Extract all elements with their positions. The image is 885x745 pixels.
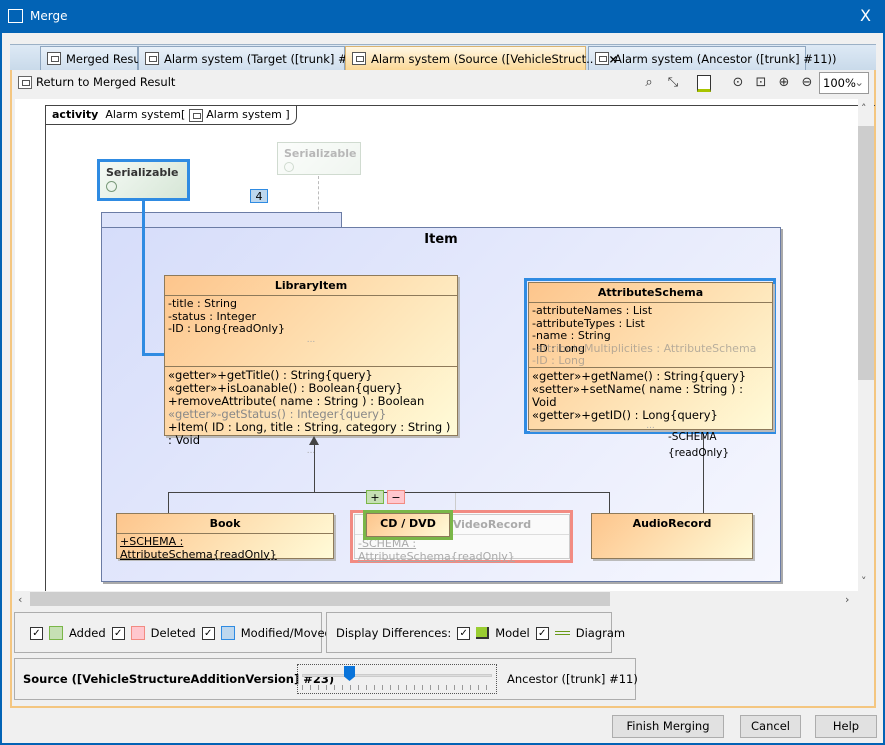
merge-tree-icon xyxy=(18,75,32,89)
generalization-line xyxy=(168,492,169,514)
diagram-icon xyxy=(188,108,203,122)
serializable-interface[interactable]: Serializable xyxy=(97,159,190,201)
zoom-actual-icon[interactable]: ⊙ xyxy=(729,75,747,93)
modified-label: Modified/Moved xyxy=(240,626,332,640)
display-differences-label: Display Differences: xyxy=(336,626,452,640)
diagram-frame-header: activity Alarm system[ Alarm system ] xyxy=(45,105,297,125)
find-icon[interactable]: ⌕ xyxy=(640,75,658,93)
zoom-fit-icon[interactable]: ⊡ xyxy=(752,75,770,93)
modified-badge[interactable]: 4 xyxy=(250,189,268,203)
help-button[interactable]: Help xyxy=(815,715,877,738)
added-label: Added xyxy=(69,626,106,640)
diagram-line-icon xyxy=(554,631,570,635)
added-swatch xyxy=(49,626,63,640)
model-label: Model xyxy=(495,626,530,640)
zoom-in-icon[interactable]: ⊕ xyxy=(775,75,793,93)
class-cd-dvd[interactable]: CD / DVD xyxy=(366,513,450,537)
realization-line-selected xyxy=(142,353,166,356)
vertical-scroll-thumb[interactable] xyxy=(858,126,874,380)
association-role: -SCHEMA xyxy=(668,431,717,443)
legend-row: ✓ Added ✓ Deleted ✓ Modified/Moved xyxy=(30,626,332,640)
association-constraint: {readOnly} xyxy=(668,447,730,459)
deleted-attribute: -ID : Long xyxy=(532,354,586,367)
package-tab xyxy=(101,212,342,228)
class-library-item[interactable]: LibraryItem -title : String -status : In… xyxy=(164,275,458,456)
source-version-label: Source ([VehicleStructureAdditionVersion… xyxy=(23,672,335,686)
class-name: Book xyxy=(117,514,333,534)
operation: «setter»+setName( name : String ) : Void xyxy=(532,382,744,409)
display-differences-row: Display Differences: ✓ Model ✓ Diagram xyxy=(336,626,625,640)
tab-target[interactable]: Alarm system (Target ([trunk] #24)) xyxy=(138,46,371,70)
added-badge[interactable]: + xyxy=(366,490,384,504)
realization-line-selected[interactable] xyxy=(142,199,145,356)
attribute: -attributeNames : List xyxy=(532,304,653,317)
diagram-label: Diagram xyxy=(575,626,626,640)
generalization-line xyxy=(314,445,315,492)
interface-icon xyxy=(284,162,294,172)
window-title: Merge xyxy=(30,9,68,23)
ellipsis: ... xyxy=(306,446,316,456)
tab-ancestor[interactable]: Alarm system (Ancestor ([trunk] #11)) xyxy=(588,46,837,70)
attribute: -title : String xyxy=(168,297,238,310)
tab-source[interactable]: Alarm system (Source ([VehicleStruct.. × xyxy=(345,46,618,70)
close-tab-icon[interactable]: × xyxy=(608,52,618,66)
deleted-swatch xyxy=(130,626,145,640)
page-icon[interactable] xyxy=(697,75,711,92)
ghost-generalization-line xyxy=(455,493,456,511)
diagram-icon xyxy=(352,52,366,65)
scroll-right-icon[interactable]: › xyxy=(845,593,849,606)
tab-merged-result[interactable]: Merged Result xyxy=(40,46,148,70)
title-bar: Merge X xyxy=(0,0,885,33)
class-name: AttributeSchema xyxy=(529,283,772,303)
scroll-down-icon[interactable]: ˅ xyxy=(861,575,867,588)
ancestor-version-label: Ancestor ([trunk] #11) xyxy=(507,672,638,686)
scroll-up-icon[interactable]: ˄ xyxy=(861,102,867,115)
package-name: Item xyxy=(424,232,458,247)
cancel-button[interactable]: Cancel xyxy=(740,715,801,738)
chevron-down-icon: ⌄ xyxy=(854,75,864,89)
modified-swatch xyxy=(220,626,235,640)
class-name: AudioRecord xyxy=(632,517,712,530)
zoom-select[interactable]: 100% ⌄ xyxy=(819,72,869,94)
scroll-left-icon[interactable]: ‹ xyxy=(18,593,22,606)
attribute: +SCHEMA : AttributeSchema{readOnly} xyxy=(120,535,277,561)
class-book[interactable]: Book +SCHEMA : AttributeSchema{readOnly} xyxy=(116,513,334,560)
layout-icon[interactable]: ⤡ xyxy=(664,75,682,93)
close-window-button[interactable]: X xyxy=(860,6,871,25)
model-icon xyxy=(476,627,490,639)
class-audio-record[interactable]: AudioRecord xyxy=(591,513,753,559)
deleted-label: Deleted xyxy=(150,626,196,640)
class-attribute-schema[interactable]: AttributeSchema -attributeNames : List -… xyxy=(528,282,773,431)
class-name: CD / DVD xyxy=(380,517,436,530)
association-line[interactable] xyxy=(703,434,704,514)
finish-merging-button[interactable]: Finish Merging xyxy=(612,715,724,738)
ellipsis: ... xyxy=(306,334,316,345)
zoom-out-icon[interactable]: ⊖ xyxy=(798,75,816,93)
ellipsis: ... xyxy=(646,421,655,431)
slider-ticks xyxy=(302,685,492,690)
horizontal-scroll-thumb[interactable] xyxy=(30,592,610,606)
added-checkbox[interactable]: ✓ xyxy=(30,626,43,640)
attribute: -ID : Long{readOnly} xyxy=(168,322,285,335)
slider-track xyxy=(302,674,492,677)
deleted-checkbox[interactable]: ✓ xyxy=(111,626,125,640)
app-icon xyxy=(8,9,23,23)
diagram-icon xyxy=(595,52,609,65)
interface-icon xyxy=(106,180,117,192)
merge-tree-icon xyxy=(47,52,61,65)
class-name: LibraryItem xyxy=(165,276,457,296)
generalization-line xyxy=(609,492,610,514)
deleted-badge[interactable]: − xyxy=(387,490,405,504)
ghost-serializable-interface: Serializable xyxy=(277,142,361,175)
generalization-arrow-icon xyxy=(309,436,319,445)
diagram-checkbox[interactable]: ✓ xyxy=(535,626,549,640)
return-to-merged-result-button[interactable]: Return to Merged Result xyxy=(18,75,175,89)
modified-checkbox[interactable]: ✓ xyxy=(201,626,215,640)
diagram-icon xyxy=(145,52,159,65)
model-checkbox[interactable]: ✓ xyxy=(457,626,471,640)
